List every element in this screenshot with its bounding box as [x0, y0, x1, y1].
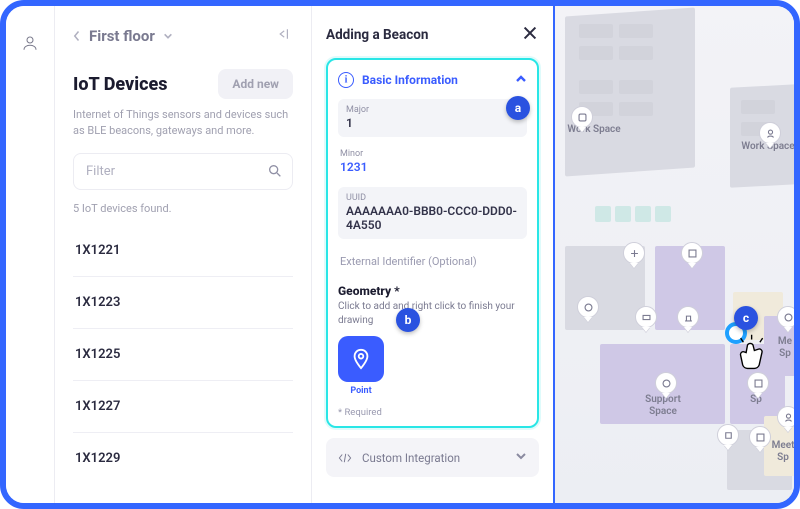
section-description: Internet of Things sensors and devices s… — [73, 107, 293, 139]
map-pin[interactable] — [635, 306, 657, 328]
field-value: 1231 — [340, 160, 519, 174]
device-item[interactable]: 1X1225 — [73, 329, 293, 381]
panel-title: Adding a Beacon — [326, 27, 428, 43]
map-label: Work Space — [559, 124, 629, 136]
search-icon[interactable] — [267, 163, 283, 179]
device-item[interactable]: 1X1223 — [73, 277, 293, 329]
app-frame: First floor IoT Devices Add new Internet… — [0, 0, 800, 509]
code-icon — [338, 451, 352, 465]
chevron-down-icon — [515, 450, 527, 465]
map-pin[interactable] — [623, 242, 645, 264]
filter-input[interactable] — [73, 153, 293, 190]
point-label: Point — [338, 386, 384, 396]
collapse-panel-icon[interactable] — [277, 26, 293, 45]
map-pin[interactable] — [677, 306, 699, 328]
required-note: * Required — [338, 407, 527, 418]
map-pin[interactable] — [571, 106, 593, 128]
major-field[interactable]: Major 1 — [338, 99, 527, 137]
map-label: Meet Sp — [766, 440, 794, 464]
map-pin[interactable] — [777, 406, 794, 428]
callout-c: c — [734, 306, 758, 330]
card-title: Basic Information — [362, 73, 458, 87]
custom-integration-section[interactable]: Custom Integration — [326, 438, 539, 477]
middle-panel: Adding a Beacon Basic Information Major … — [312, 6, 553, 503]
field-value: 1 — [346, 116, 519, 130]
map-pin[interactable] — [777, 306, 794, 328]
callout-a: a — [506, 96, 530, 120]
geometry-desc: Click to add and right click to finish y… — [338, 300, 527, 328]
uuid-field[interactable]: UUID AAAAAAA0-BBB0-CCC0-DDD0-4A550 — [338, 187, 527, 239]
nav-strip — [6, 6, 54, 503]
device-item[interactable]: 1X1221 — [73, 225, 293, 277]
callout-b: b — [396, 308, 420, 332]
map-pin[interactable] — [681, 242, 703, 264]
add-new-button[interactable]: Add new — [218, 69, 293, 99]
map-pin[interactable] — [749, 426, 771, 448]
close-icon[interactable] — [521, 24, 539, 46]
map-pin[interactable] — [655, 372, 677, 394]
field-label: Minor — [340, 149, 519, 159]
geometry-title: Geometry * — [338, 284, 527, 298]
map-panel[interactable]: Work Space Work Space Support Space Me S… — [553, 6, 794, 503]
breadcrumb-label: First floor — [89, 27, 155, 45]
device-item[interactable]: 1X1227 — [73, 381, 293, 433]
map-label: Work Space — [733, 141, 794, 153]
point-tool-button[interactable] — [338, 336, 384, 382]
custom-integration-label: Custom Integration — [362, 451, 460, 465]
map-pin[interactable] — [717, 424, 739, 446]
chevron-up-icon[interactable] — [515, 70, 527, 89]
field-label: UUID — [346, 193, 519, 203]
external-id-input[interactable] — [338, 245, 527, 274]
breadcrumb[interactable]: First floor — [73, 27, 173, 45]
section-title: IoT Devices — [73, 74, 168, 95]
field-value: AAAAAAA0-BBB0-CCC0-DDD0-4A550 — [346, 204, 519, 232]
field-label: Major — [346, 105, 519, 115]
click-cursor-icon — [731, 334, 775, 378]
device-count: 5 IoT devices found. — [73, 202, 293, 215]
device-list: 1X1221 1X1223 1X1225 1X1227 1X1229 — [73, 225, 293, 484]
minor-field[interactable]: Minor 1231 — [338, 143, 527, 181]
user-icon[interactable] — [21, 34, 39, 503]
info-icon — [338, 72, 354, 88]
device-item[interactable]: 1X1229 — [73, 433, 293, 484]
map-pin[interactable] — [577, 296, 599, 318]
map-pin[interactable] — [759, 122, 781, 144]
left-panel: First floor IoT Devices Add new Internet… — [54, 6, 312, 503]
